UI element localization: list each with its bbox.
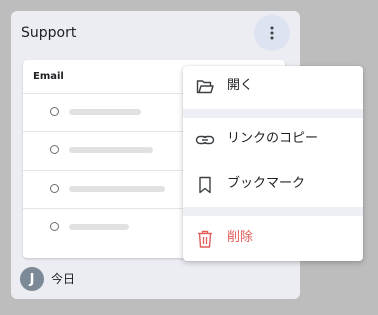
link-icon	[195, 130, 215, 150]
menu-item-delete[interactable]: 削除	[183, 220, 363, 256]
more-vert-icon	[270, 26, 274, 40]
bookmark-icon	[195, 175, 215, 195]
date-label: 今日	[51, 272, 76, 286]
radio-button[interactable]	[50, 107, 59, 116]
placeholder-text	[69, 224, 129, 230]
radio-button[interactable]	[50, 145, 59, 154]
placeholder-text	[69, 147, 153, 153]
context-menu: 開く リンクのコピー ブックマーク 削除	[183, 66, 363, 261]
radio-button[interactable]	[50, 184, 59, 193]
trash-icon	[195, 229, 215, 249]
avatar: J	[20, 267, 44, 291]
menu-item-label: 開く	[227, 78, 254, 93]
card-title: Support	[21, 25, 77, 41]
radio-button[interactable]	[50, 222, 59, 231]
column-header-email: Email	[33, 71, 64, 82]
menu-item-copy-link[interactable]: リンクのコピー	[183, 121, 363, 157]
menu-item-bookmark[interactable]: ブックマーク	[183, 166, 363, 202]
menu-item-open[interactable]: 開く	[183, 68, 363, 104]
menu-item-label: リンクのコピー	[227, 131, 319, 146]
menu-item-label: ブックマーク	[227, 176, 306, 191]
folder-icon	[195, 77, 215, 97]
screen: Support Email J 今日 開く リンクのコピー ブックマーク 削除	[0, 0, 378, 315]
placeholder-text	[69, 109, 141, 115]
more-options-button[interactable]	[254, 15, 290, 51]
menu-divider	[183, 109, 363, 118]
menu-divider	[183, 207, 363, 216]
menu-item-label: 削除	[227, 230, 254, 245]
placeholder-text	[69, 186, 165, 192]
